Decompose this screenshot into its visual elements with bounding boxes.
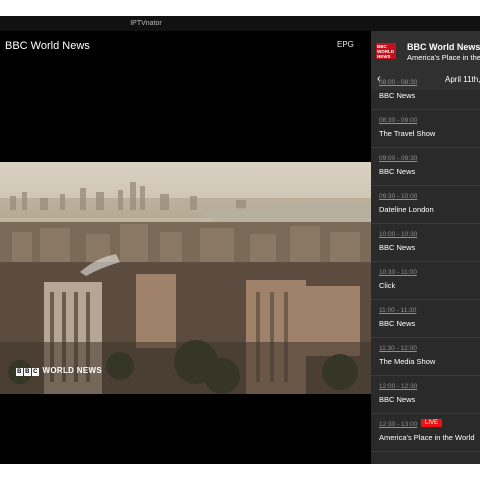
- program-time: 10:00 - 10:30: [379, 231, 418, 238]
- program-time: 12:00 - 12:30: [379, 383, 418, 390]
- program-item-live[interactable]: 12:30 - 13:00 LIVE America's Place in th…: [371, 414, 480, 452]
- program-time: 08:00 - 08:30: [379, 79, 418, 86]
- program-item[interactable]: 10:00 - 10:30 BBC News: [371, 224, 480, 262]
- program-title: BBC News: [379, 319, 416, 328]
- now-playing-title: America's Place in the World: [407, 53, 480, 62]
- program-title: The Travel Show: [379, 129, 436, 138]
- program-title: The Media Show: [379, 357, 436, 366]
- watermark-letter: B: [24, 368, 31, 376]
- program-item[interactable]: 11:00 - 11:30 BBC News: [371, 300, 480, 338]
- program-title: BBC News: [379, 395, 416, 404]
- sidebar-channel-name: BBC World News: [407, 42, 480, 52]
- broadcast-watermark: BBC WORLD NEWS: [16, 366, 102, 376]
- epg-button[interactable]: EPG: [337, 40, 354, 49]
- program-time: 08:30 - 09:00: [379, 117, 418, 124]
- program-title: BBC News: [379, 167, 416, 176]
- program-item[interactable]: 11:30 - 12:00 The Media Show: [371, 338, 480, 376]
- program-time: 09:00 - 09:30: [379, 155, 418, 162]
- watermark-letter: B: [16, 368, 23, 376]
- channel-title: BBC World News: [5, 40, 90, 52]
- program-time: 11:00 - 11:30: [379, 307, 417, 314]
- program-time: 12:30 - 13:00: [379, 421, 418, 428]
- video-frame[interactable]: BBC WORLD NEWS: [0, 162, 371, 394]
- app-window: IPTVnator BBC World News EPG B B C WORLD…: [0, 16, 480, 464]
- program-title: Click: [379, 281, 396, 290]
- program-item[interactable]: 08:30 - 09:00 The Travel Show: [371, 110, 480, 148]
- live-badge: LIVE: [421, 419, 443, 427]
- program-item[interactable]: 09:30 - 10:00 Dateline London: [371, 186, 480, 224]
- city-skyline-image: [0, 182, 371, 394]
- window-title: IPTVnator: [130, 20, 162, 27]
- program-item[interactable]: 10:30 - 11:00 Click: [371, 262, 480, 300]
- program-item[interactable]: 09:00 - 09:30 BBC News: [371, 148, 480, 186]
- program-time: 11:30 - 12:00: [379, 345, 417, 352]
- program-item[interactable]: 08:00 - 08:30 BBC News: [371, 72, 480, 110]
- epg-sidebar: BBC WORLD NEWS BBC World News America's …: [371, 31, 480, 464]
- program-title: BBC News: [379, 243, 416, 252]
- channel-header: BBC WORLD NEWS BBC World News America's …: [371, 31, 480, 69]
- video-player[interactable]: BBC World News EPG B B C WORLD NEWS: [0, 31, 371, 464]
- title-bar: IPTVnator: [0, 16, 480, 31]
- program-title: America's Place in the World: [379, 433, 475, 442]
- watermark-letter: C: [32, 368, 39, 376]
- channel-logo: BBC WORLD NEWS: [376, 43, 396, 59]
- program-time: 10:30 - 11:00: [379, 269, 417, 276]
- watermark-text: WORLD NEWS: [42, 366, 102, 375]
- program-time: 09:30 - 10:00: [379, 193, 418, 200]
- program-title: Dateline London: [379, 205, 434, 214]
- program-item[interactable]: 12:00 - 12:30 BBC News: [371, 376, 480, 414]
- program-title: BBC News: [379, 91, 416, 100]
